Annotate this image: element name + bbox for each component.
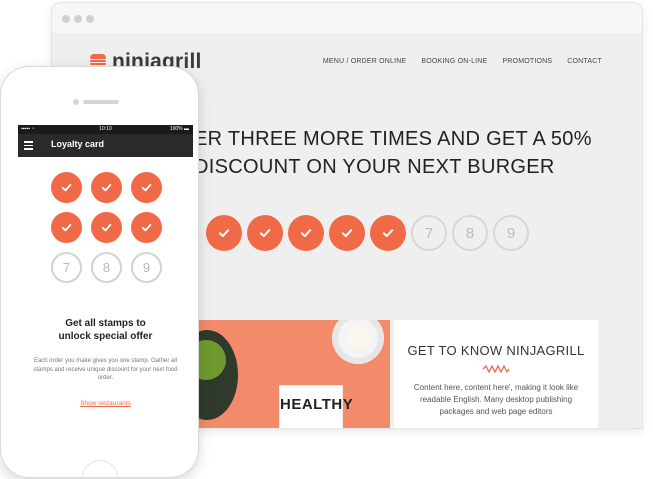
checkmark-icon xyxy=(259,229,271,238)
battery-icon: 100% ▬ xyxy=(169,126,189,132)
stamp-filled xyxy=(288,215,324,251)
hero-title: ER THREE MORE TIMES AND GET A 50% DISCOU… xyxy=(194,125,592,181)
checkmark-icon xyxy=(61,183,72,192)
app-bar-title: Loyalty card xyxy=(51,139,105,149)
checkmark-icon xyxy=(300,229,312,238)
nav-booking-online[interactable]: BOOKING ON-LINE xyxy=(421,58,487,65)
checkmark-icon xyxy=(101,223,112,232)
hero-title-line: ER THREE MORE TIMES AND GET A 50% xyxy=(194,128,592,150)
sauce-cream-shape xyxy=(346,326,370,350)
about-body: Content here, content here', making it l… xyxy=(413,383,579,416)
healthy-card: HEALTHY xyxy=(279,385,354,428)
stamp-number: 7 xyxy=(424,224,434,242)
unlock-description: Each order you make gives you one stamp.… xyxy=(33,358,178,381)
mobile-stamp-grid: 7 8 9 xyxy=(51,172,166,292)
camera-icon xyxy=(73,99,79,105)
status-time: 10:10 xyxy=(99,126,112,132)
desktop-stamp-row: 7 8 9 xyxy=(206,215,534,251)
stamp-number: 8 xyxy=(465,224,475,242)
stamp-empty: 8 xyxy=(452,215,488,251)
stamp-filled xyxy=(91,172,122,203)
window-dot-icon[interactable] xyxy=(86,15,94,23)
nav-promotions[interactable]: PROMOTIONS xyxy=(502,58,552,65)
about-title: GET TO KNOW NINJAGRILL xyxy=(407,343,585,358)
checkmark-icon xyxy=(101,183,112,192)
unlock-title: Get all stamps to unlock special offer xyxy=(58,318,153,342)
phone-screen: ▪▪▪▪▪ ◔ 10:10 100% ▬ Loyalty card 7 8 9 Ge… xyxy=(18,125,193,455)
stamp-filled xyxy=(206,215,242,251)
checkmark-icon xyxy=(141,183,152,192)
site-nav: MENU / ORDER ONLINE BOOKING ON-LINE PROM… xyxy=(308,58,602,65)
stamp-filled xyxy=(131,172,162,203)
about-card: GET TO KNOW NINJAGRILL Content here, con… xyxy=(394,320,598,428)
window-dot-icon[interactable] xyxy=(74,15,82,23)
hamburger-menu-icon[interactable] xyxy=(24,141,33,150)
checkmark-icon xyxy=(61,223,72,232)
stamp-empty: 9 xyxy=(493,215,529,251)
checkmark-icon xyxy=(218,229,230,238)
stamp-number: 8 xyxy=(102,260,111,275)
app-bar: Loyalty card xyxy=(18,134,193,157)
stamp-filled xyxy=(51,172,82,203)
stamp-filled xyxy=(91,212,122,243)
stamp-empty: 7 xyxy=(411,215,447,251)
stamp-empty: 9 xyxy=(131,252,162,283)
hero-title-line: DISCOUNT ON YOUR NEXT BURGER xyxy=(194,156,555,178)
browser-titlebar xyxy=(52,3,642,33)
stamp-filled xyxy=(247,215,283,251)
stamp-filled xyxy=(131,212,162,243)
stamp-number: 7 xyxy=(62,260,71,275)
nav-menu-order-online[interactable]: MENU / ORDER ONLINE xyxy=(323,58,407,65)
stamp-filled xyxy=(329,215,365,251)
squiggle-divider-icon xyxy=(482,365,510,373)
checkmark-icon xyxy=(141,223,152,232)
home-button[interactable] xyxy=(83,461,117,477)
stamp-number: 9 xyxy=(142,260,151,275)
stamp-filled xyxy=(370,215,406,251)
stamp-empty: 8 xyxy=(91,252,122,283)
stamp-empty: 7 xyxy=(51,252,82,283)
food-image: HEALTHY xyxy=(194,320,390,428)
stamp-filled xyxy=(51,212,82,243)
checkmark-icon xyxy=(341,229,353,238)
show-restaurants-link[interactable]: Show restaurants xyxy=(18,400,193,407)
nav-contact[interactable]: CONTACT xyxy=(567,58,602,65)
status-bar: ▪▪▪▪▪ ◔ 10:10 100% ▬ xyxy=(18,125,193,134)
checkmark-icon xyxy=(382,229,394,238)
phone-device: ▪▪▪▪▪ ◔ 10:10 100% ▬ Loyalty card 7 8 9 Ge… xyxy=(1,67,198,477)
stamp-number: 9 xyxy=(506,224,516,242)
speaker-grille xyxy=(83,100,119,104)
healthy-card-text: HEALTHY xyxy=(280,396,354,413)
window-dot-icon[interactable] xyxy=(62,15,70,23)
